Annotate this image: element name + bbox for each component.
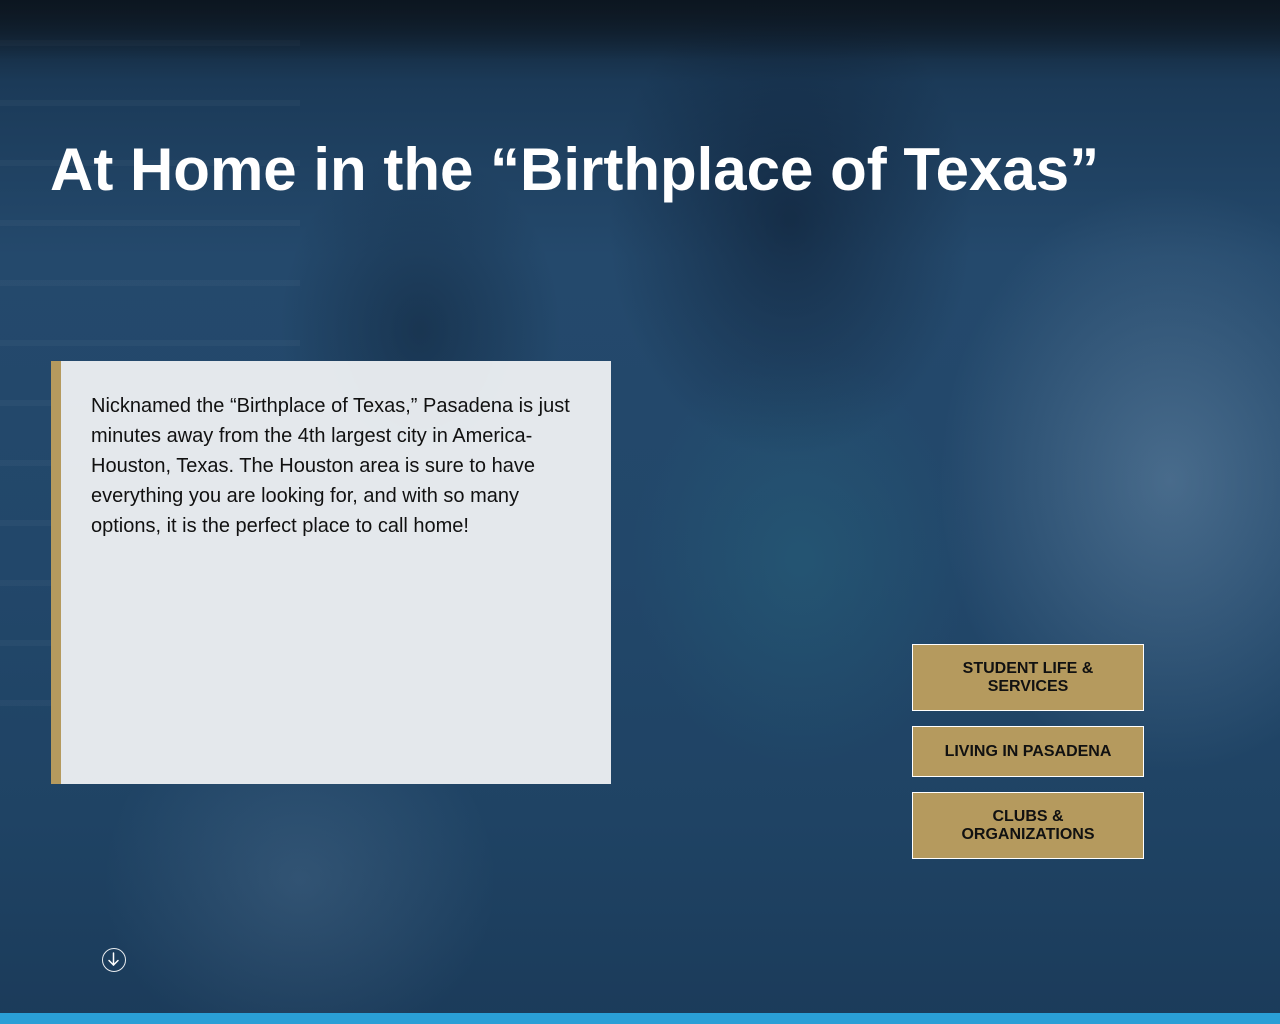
page-title: At Home in the “Birthplace of Texas”: [50, 136, 1100, 203]
info-card-accent-bar: [51, 361, 61, 784]
bottom-accent-bar: [0, 1013, 1280, 1024]
top-shade: [0, 0, 1280, 60]
arrow-down-circle-icon: [108, 952, 119, 966]
student-life-services-button[interactable]: Student Life & Services: [912, 644, 1144, 711]
clubs-organizations-button[interactable]: Clubs & Organizations: [912, 792, 1144, 859]
section-nav-buttons: Student Life & Services Living in Pasade…: [912, 644, 1144, 859]
hero-section: At Home in the “Birthplace of Texas” Nic…: [0, 0, 1280, 1024]
living-in-pasadena-button[interactable]: Living in Pasadena: [912, 726, 1144, 777]
info-card-text: Nicknamed the “Birthplace of Texas,” Pas…: [91, 395, 570, 537]
scroll-down-button[interactable]: [102, 948, 126, 972]
info-card: Nicknamed the “Birthplace of Texas,” Pas…: [51, 361, 611, 784]
